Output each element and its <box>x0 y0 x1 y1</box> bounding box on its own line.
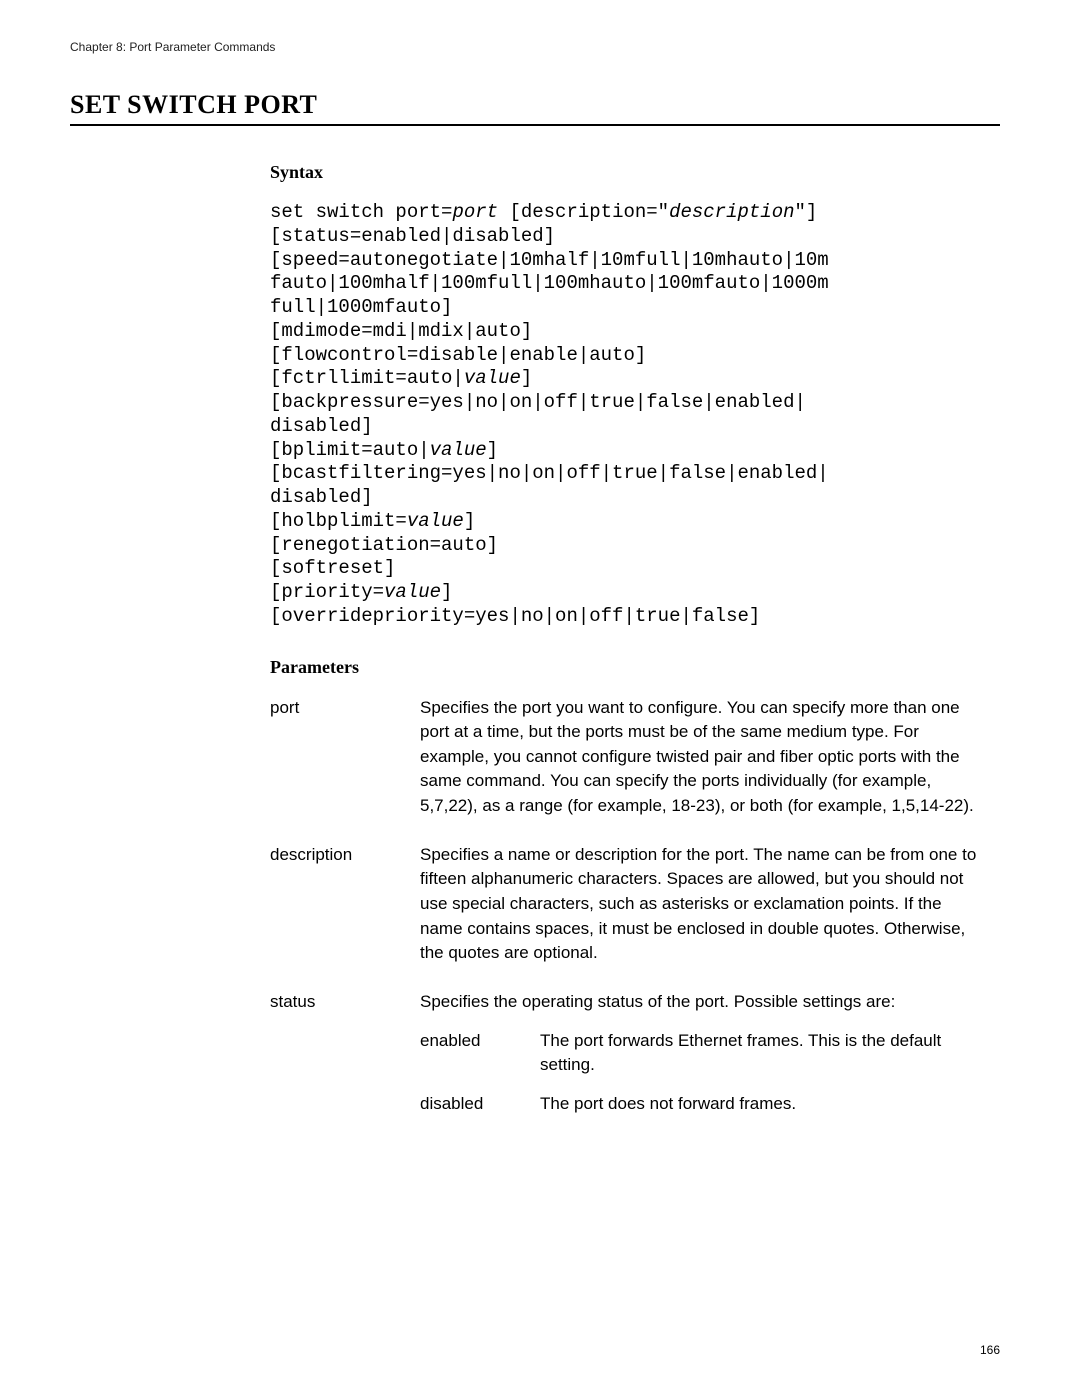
param-desc: Specifies a name or description for the … <box>420 843 980 966</box>
syntax-line: disabled] <box>270 415 980 439</box>
syntax-line: disabled] <box>270 486 980 510</box>
syntax-italic: port <box>452 201 498 223</box>
param-sub-desc: The port does not forward frames. <box>540 1092 980 1117</box>
param-name: description <box>270 843 420 966</box>
syntax-heading: Syntax <box>270 162 980 183</box>
page-number: 166 <box>980 1343 1000 1357</box>
syntax-italic: value <box>464 367 521 389</box>
syntax-line: [backpressure=yes|no|on|off|true|false|e… <box>270 391 980 415</box>
param-row: descriptionSpecifies a name or descripti… <box>270 843 980 966</box>
syntax-line: [bplimit=auto|value] <box>270 439 980 463</box>
syntax-block: set switch port=port [description="descr… <box>270 201 980 629</box>
param-desc-text: Specifies a name or description for the … <box>420 843 980 966</box>
syntax-line: set switch port=port [description="descr… <box>270 201 980 225</box>
param-sub-desc: The port forwards Ethernet frames. This … <box>540 1029 980 1078</box>
syntax-line: full|1000mfauto] <box>270 296 980 320</box>
syntax-line: [mdimode=mdi|mdix|auto] <box>270 320 980 344</box>
syntax-line: [holbplimit=value] <box>270 510 980 534</box>
parameters-heading: Parameters <box>270 657 980 678</box>
syntax-line: [priority=value] <box>270 581 980 605</box>
page-title: SET SWITCH PORT <box>70 90 1000 126</box>
syntax-line: fauto|100mhalf|100mfull|100mhauto|100mfa… <box>270 272 980 296</box>
syntax-italic: value <box>430 439 487 461</box>
param-row: statusSpecifies the operating status of … <box>270 990 980 1117</box>
param-desc-text: Specifies the port you want to configure… <box>420 696 980 819</box>
syntax-line: [overridepriority=yes|no|on|off|true|fal… <box>270 605 980 629</box>
syntax-line: [renegotiation=auto] <box>270 534 980 558</box>
syntax-italic: description <box>669 201 794 223</box>
syntax-line: [fctrllimit=auto|value] <box>270 367 980 391</box>
syntax-line: [flowcontrol=disable|enable|auto] <box>270 344 980 368</box>
syntax-italic: value <box>384 581 441 603</box>
param-desc-text: Specifies the operating status of the po… <box>420 990 980 1015</box>
page: Chapter 8: Port Parameter Commands SET S… <box>0 0 1080 1397</box>
parameters-table: portSpecifies the port you want to confi… <box>270 696 980 1117</box>
param-row: portSpecifies the port you want to confi… <box>270 696 980 819</box>
syntax-line: [softreset] <box>270 557 980 581</box>
param-name: status <box>270 990 420 1117</box>
param-sub-row: enabledThe port forwards Ethernet frames… <box>420 1029 980 1078</box>
syntax-line: [status=enabled|disabled] <box>270 225 980 249</box>
param-desc: Specifies the operating status of the po… <box>420 990 980 1117</box>
content-area: Syntax set switch port=port [description… <box>270 162 1000 1116</box>
param-desc: Specifies the port you want to configure… <box>420 696 980 819</box>
syntax-italic: value <box>407 510 464 532</box>
param-sub-name: disabled <box>420 1092 540 1117</box>
param-name: port <box>270 696 420 819</box>
param-sub-name: enabled <box>420 1029 540 1078</box>
syntax-line: [speed=autonegotiate|10mhalf|10mfull|10m… <box>270 249 980 273</box>
syntax-line: [bcastfiltering=yes|no|on|off|true|false… <box>270 462 980 486</box>
param-sub-row: disabledThe port does not forward frames… <box>420 1092 980 1117</box>
chapter-header: Chapter 8: Port Parameter Commands <box>70 40 1000 54</box>
